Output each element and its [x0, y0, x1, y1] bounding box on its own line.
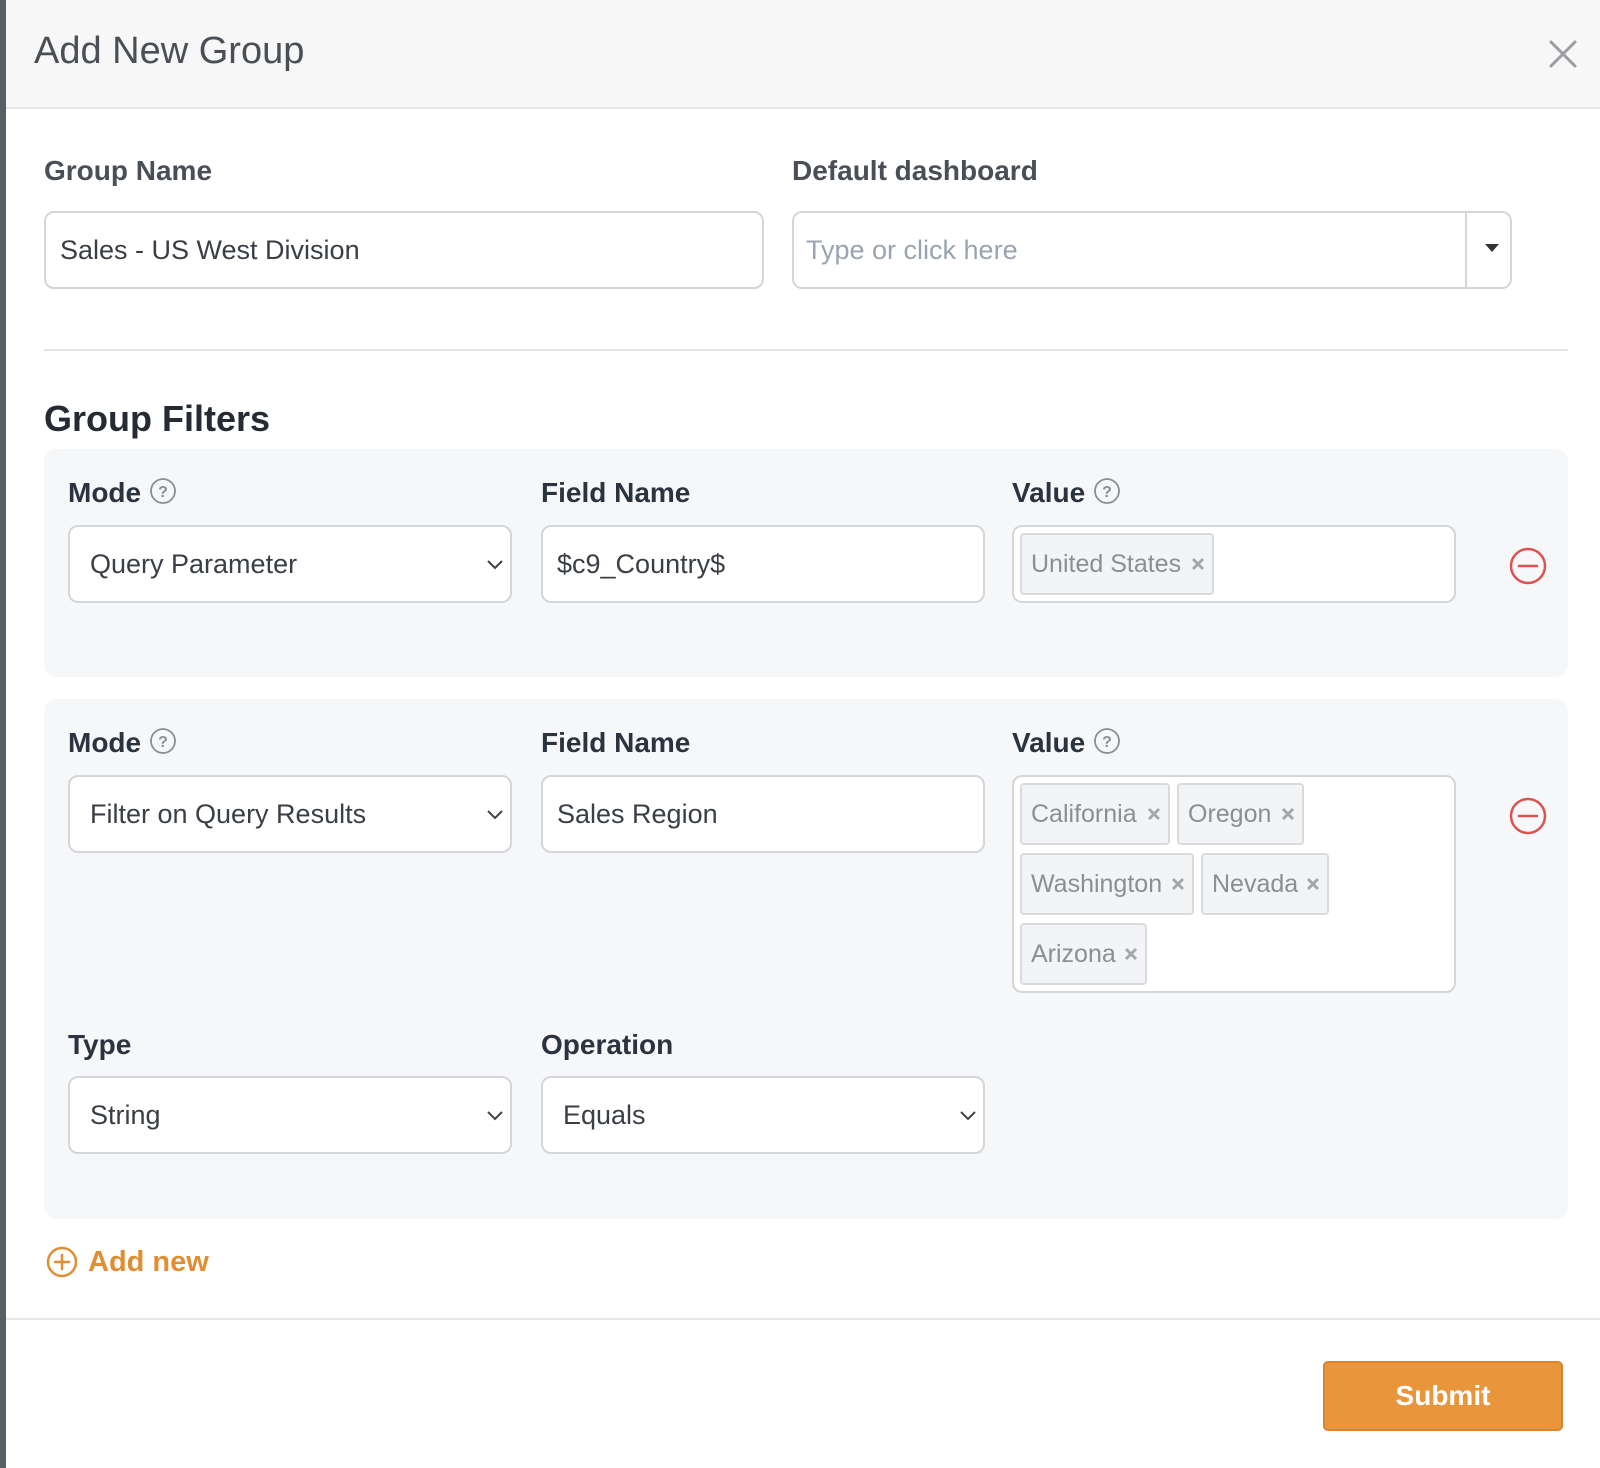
x-icon[interactable] — [1146, 806, 1162, 822]
minus-circle-icon — [1509, 797, 1547, 835]
tag-label: Oregon — [1188, 800, 1272, 828]
group-name-label: Group Name — [44, 155, 213, 186]
default-dashboard-label: Default dashboard — [792, 155, 1038, 186]
chevron-down-icon — [487, 810, 503, 820]
default-dashboard-combobox[interactable]: Type or click here — [792, 211, 1512, 289]
field-name-input[interactable]: Sales Region — [541, 775, 985, 853]
mode-select[interactable]: Filter on Query Results — [68, 775, 512, 853]
caret-down-icon[interactable] — [1485, 244, 1499, 252]
group-name-input[interactable]: Sales - US West Division — [44, 211, 764, 289]
field-name-value: Sales Region — [557, 799, 718, 829]
tag-label: California — [1031, 800, 1137, 828]
x-icon[interactable] — [1305, 876, 1321, 892]
chevron-down-icon — [960, 1111, 976, 1121]
add-new-label: Add new — [88, 1246, 209, 1278]
chevron-down-icon — [487, 1111, 503, 1121]
field-name-value: $c9_Country$ — [557, 549, 726, 579]
value-tag: California — [1020, 783, 1170, 845]
value-tag: Arizona — [1020, 923, 1147, 985]
question-circle-icon[interactable]: ? — [1093, 477, 1121, 512]
field-name-label: Field Name — [541, 477, 691, 508]
section-divider — [44, 349, 1568, 351]
operation-select-value: Equals — [563, 1100, 646, 1130]
svg-text:?: ? — [1102, 734, 1112, 751]
question-circle-icon[interactable]: ? — [1093, 727, 1121, 762]
minus-circle-icon — [1509, 547, 1547, 585]
value-label: Value? — [1012, 477, 1121, 512]
value-tag: Nevada — [1201, 853, 1329, 915]
filter-card: Mode? Query Parameter Field Name $c9_Cou… — [44, 449, 1568, 677]
filter-card: Mode? Filter on Query Results Field Name… — [44, 699, 1568, 1219]
modal-title: Add New Group — [34, 30, 305, 72]
remove-filter-button[interactable] — [1508, 796, 1548, 836]
value-tag: Washington — [1020, 853, 1194, 915]
tag-label: Arizona — [1031, 940, 1116, 968]
default-dashboard-placeholder: Type or click here — [806, 235, 1018, 265]
close-icon — [1549, 40, 1577, 68]
group-filters-title: Group Filters — [44, 398, 271, 439]
mode-select[interactable]: Query Parameter — [68, 525, 512, 603]
tag-label: Nevada — [1212, 870, 1299, 898]
question-circle-icon[interactable]: ? — [149, 727, 177, 762]
modal-header: Add New Group — [6, 0, 1600, 109]
value-label-text: Value — [1012, 477, 1086, 508]
value-label: Value? — [1012, 727, 1121, 762]
group-name-value: Sales - US West Division — [60, 235, 360, 265]
mode-label: Mode? — [68, 727, 177, 762]
add-group-modal: Add New Group Group Name Sales - US West… — [6, 0, 1600, 1468]
value-tag-input[interactable]: California Oregon Washington Nevada Ariz… — [1012, 775, 1456, 993]
plus-circle-icon — [46, 1246, 78, 1278]
tag-label: United States — [1031, 550, 1182, 578]
x-icon[interactable] — [1190, 556, 1206, 572]
type-select-value: String — [90, 1100, 161, 1130]
field-name-input[interactable]: $c9_Country$ — [541, 525, 985, 603]
mode-label-text: Mode — [68, 727, 142, 758]
x-icon[interactable] — [1123, 946, 1139, 962]
mode-label-text: Mode — [68, 477, 142, 508]
value-label-text: Value — [1012, 727, 1086, 758]
value-tag: United States — [1020, 533, 1214, 595]
remove-filter-button[interactable] — [1508, 546, 1548, 586]
value-tag: Oregon — [1177, 783, 1304, 845]
mode-label: Mode? — [68, 477, 177, 512]
operation-label: Operation — [541, 1029, 674, 1060]
value-tag-input[interactable]: United States — [1012, 525, 1456, 603]
mode-select-value: Filter on Query Results — [90, 799, 367, 829]
submit-button[interactable]: Submit — [1323, 1361, 1563, 1431]
x-icon[interactable] — [1170, 876, 1186, 892]
svg-text:?: ? — [158, 734, 168, 751]
type-label: Type — [68, 1029, 132, 1060]
svg-text:?: ? — [158, 484, 168, 501]
question-circle-icon[interactable]: ? — [149, 477, 177, 512]
operation-select[interactable]: Equals — [541, 1076, 985, 1154]
type-select[interactable]: String — [68, 1076, 512, 1154]
close-button[interactable] — [1541, 32, 1585, 76]
footer-divider — [6, 1318, 1600, 1320]
dropdown-divider — [1465, 213, 1467, 287]
chevron-down-icon — [487, 560, 503, 570]
svg-text:?: ? — [1102, 484, 1112, 501]
x-icon[interactable] — [1280, 806, 1296, 822]
field-name-label: Field Name — [541, 727, 691, 758]
mode-select-value: Query Parameter — [90, 549, 298, 579]
tag-label: Washington — [1031, 870, 1163, 898]
